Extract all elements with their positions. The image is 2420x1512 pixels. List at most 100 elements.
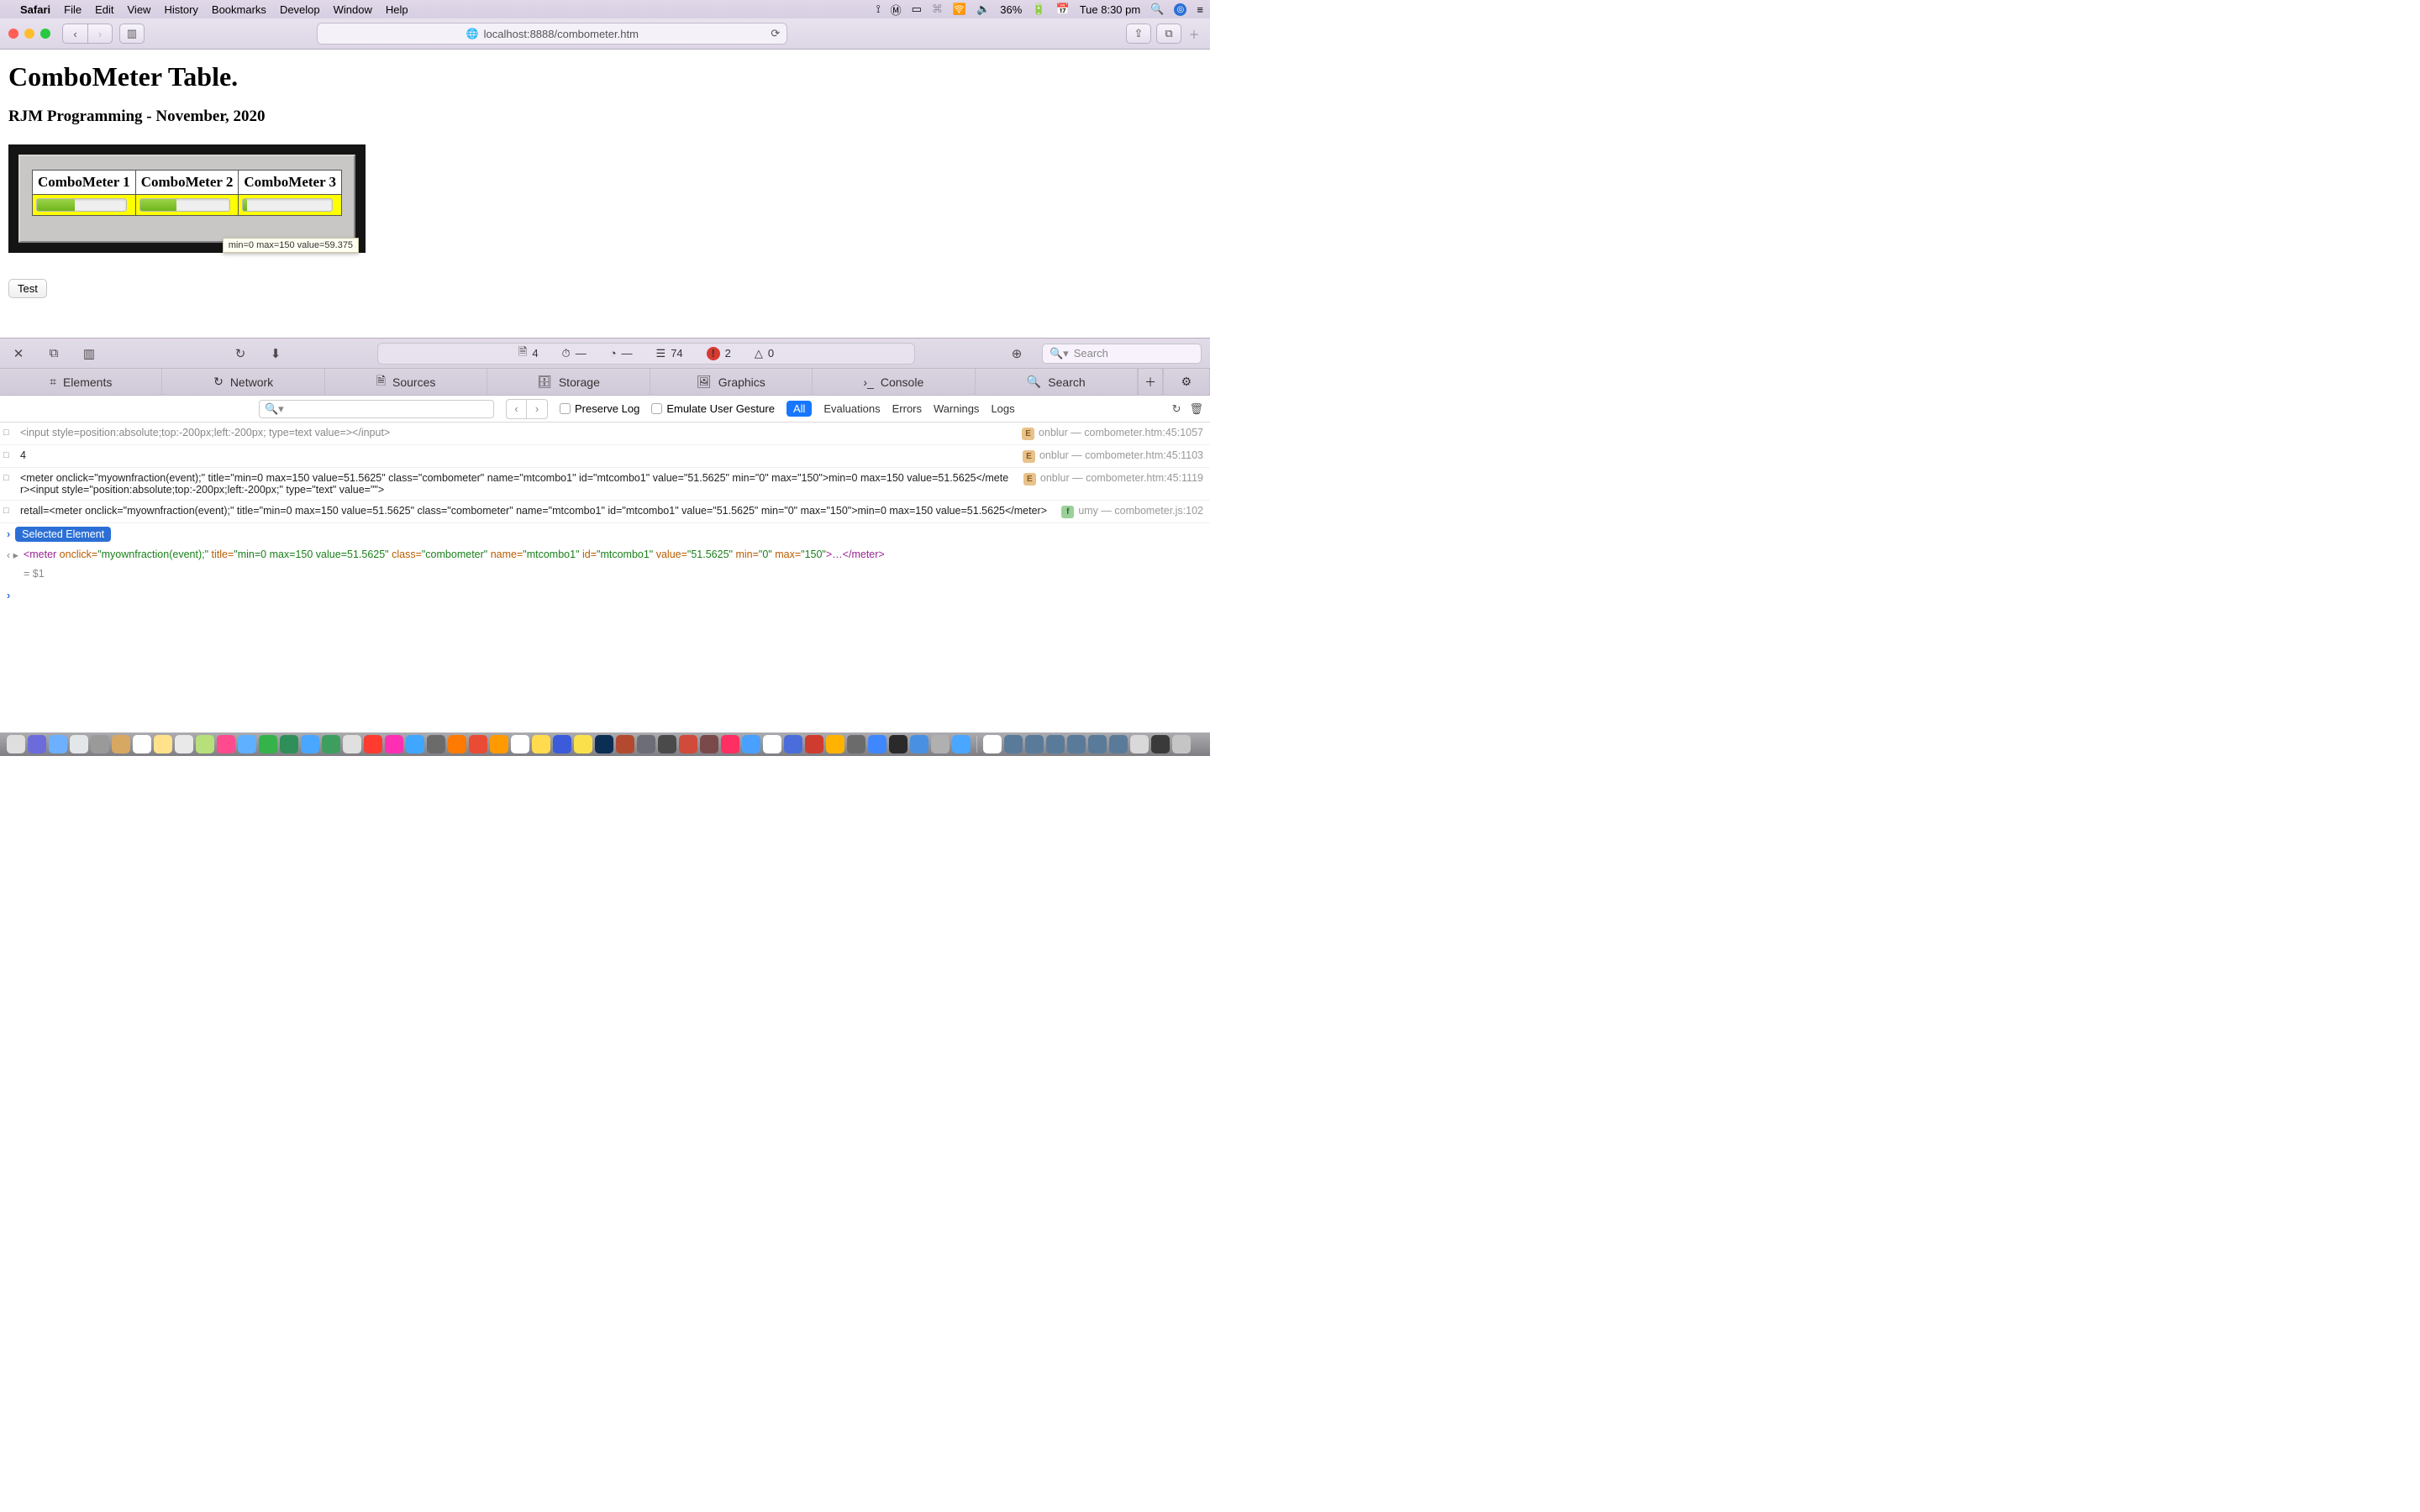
app-icon[interactable] (217, 735, 235, 753)
window-controls[interactable] (8, 29, 50, 39)
console-prompt[interactable]: › (0, 585, 1210, 606)
app-icon[interactable] (343, 735, 361, 753)
dock-folder-icon[interactable] (1109, 735, 1128, 753)
app-icon[interactable] (406, 735, 424, 753)
app-icon[interactable] (658, 735, 676, 753)
app-icon[interactable] (553, 735, 571, 753)
dock-folder-icon[interactable] (1088, 735, 1107, 753)
app-icon[interactable] (49, 735, 67, 753)
date-icon[interactable]: 📅 (1056, 3, 1070, 16)
app-icon[interactable] (742, 735, 760, 753)
safari-dock-icon[interactable] (70, 735, 88, 753)
app-icon[interactable] (427, 735, 445, 753)
dock-doc-icon[interactable] (983, 735, 1002, 753)
tab-elements[interactable]: ⌗Elements (0, 369, 162, 395)
bluetooth-icon[interactable]: ⌘ (932, 3, 943, 16)
filezilla-icon[interactable] (805, 735, 823, 753)
menu-history[interactable]: History (164, 3, 197, 16)
clear-console-button[interactable]: 🗑 (1189, 402, 1203, 416)
app-icon[interactable] (322, 735, 340, 753)
dock-folder-icon[interactable] (1046, 735, 1065, 753)
app-icon[interactable] (532, 735, 550, 753)
add-tab-button[interactable]: ＋ (1138, 369, 1163, 395)
minimize-window-icon[interactable] (24, 29, 34, 39)
dock-folder-icon[interactable] (1025, 735, 1044, 753)
preserve-log-checkbox[interactable]: Preserve Log (560, 402, 639, 415)
reload-page-button[interactable]: ↻ (230, 344, 250, 364)
calendar-icon[interactable] (133, 735, 151, 753)
app-icon[interactable] (616, 735, 634, 753)
menu-window[interactable]: Window (334, 3, 372, 16)
tab-sources[interactable]: 🗎Sources (325, 369, 487, 395)
clock[interactable]: Tue 8:30 pm (1080, 3, 1141, 16)
status-icon[interactable]: Ⓜ (891, 2, 902, 18)
app-icon[interactable] (763, 735, 781, 753)
menu-app[interactable]: Safari (20, 3, 50, 16)
app-icon[interactable] (28, 735, 46, 753)
dock-side-button[interactable]: ⧉ (44, 344, 64, 364)
app-icon[interactable] (868, 735, 886, 753)
tab-search[interactable]: 🔍Search (976, 369, 1138, 395)
filter-all[interactable]: All (786, 401, 812, 417)
wifi-icon[interactable]: 🛜 (953, 3, 966, 16)
emulate-gesture-checkbox[interactable]: Emulate User Gesture (651, 402, 775, 415)
xd-icon[interactable] (721, 735, 739, 753)
app-icon[interactable] (637, 735, 655, 753)
menu-extras-icon[interactable]: ≡ (1197, 3, 1203, 16)
combometer-1[interactable] (36, 198, 127, 212)
menu-view[interactable]: View (128, 3, 151, 16)
filter-prev-button[interactable]: ‹ (507, 400, 527, 418)
app-icon[interactable] (1130, 735, 1149, 753)
zoom-window-icon[interactable] (40, 29, 50, 39)
combometer-3[interactable] (242, 198, 333, 212)
tab-storage[interactable]: 🗄Storage (487, 369, 650, 395)
settings-gear-button[interactable]: ⚙ (1163, 369, 1210, 395)
screen-icon[interactable]: ▭ (912, 3, 922, 16)
menu-edit[interactable]: Edit (95, 3, 113, 16)
menu-file[interactable]: File (64, 3, 82, 16)
tab-console[interactable]: ›_Console (813, 369, 975, 395)
app-icon[interactable] (280, 735, 298, 753)
firefox-icon[interactable] (490, 735, 508, 753)
filter-logs[interactable]: Logs (991, 402, 1014, 415)
menu-help[interactable]: Help (386, 3, 408, 16)
chrome-icon[interactable] (511, 735, 529, 753)
app-icon[interactable] (847, 735, 865, 753)
app-icon[interactable] (952, 735, 971, 753)
download-button[interactable]: ⬇ (266, 344, 286, 364)
app-icon[interactable] (700, 735, 718, 753)
app-icon[interactable] (931, 735, 950, 753)
tabs-button[interactable]: ⧉ (1156, 24, 1181, 44)
dock-folder-icon[interactable] (1004, 735, 1023, 753)
app-icon[interactable] (259, 735, 277, 753)
app-icon[interactable] (826, 735, 844, 753)
menu-develop[interactable]: Develop (280, 3, 320, 16)
back-button[interactable]: ‹ (62, 24, 87, 44)
spotlight-icon[interactable]: 🔍 (1150, 3, 1164, 16)
log-source[interactable]: combometer.htm:45:1103 (1085, 449, 1203, 461)
app-icon[interactable] (196, 735, 214, 753)
filter-next-button[interactable]: › (527, 400, 547, 418)
new-tab-button[interactable]: ＋ (1186, 24, 1202, 44)
console-filter-search[interactable]: 🔍▾ (259, 400, 494, 418)
finder-icon[interactable] (7, 735, 25, 753)
app-icon[interactable] (574, 735, 592, 753)
app-icon[interactable] (301, 735, 319, 753)
app-icon[interactable] (910, 735, 929, 753)
app-icon[interactable] (784, 735, 802, 753)
console-body[interactable]: □ <input style=position:absolute;top:-20… (0, 423, 1210, 732)
tab-network[interactable]: ↻Network (162, 369, 324, 395)
close-inspector-button[interactable]: ✕ (8, 344, 29, 364)
filter-evaluations[interactable]: Evaluations (823, 402, 880, 415)
close-window-icon[interactable] (8, 29, 18, 39)
dock-folder-icon[interactable] (1067, 735, 1086, 753)
log-source[interactable]: combometer.js:102 (1114, 505, 1203, 517)
forward-button[interactable]: › (87, 24, 113, 44)
selected-element-badge[interactable]: Selected Element (15, 527, 111, 542)
element-picker-button[interactable]: ⊕ (1007, 344, 1027, 364)
reload-icon[interactable]: ⟳ (771, 27, 780, 40)
selected-element-code[interactable]: <meter onclick="myownfraction(event);" t… (24, 549, 1203, 560)
inspector-search[interactable]: 🔍▾ Search (1042, 344, 1202, 364)
app-icon[interactable] (175, 735, 193, 753)
app-icon[interactable] (1151, 735, 1170, 753)
